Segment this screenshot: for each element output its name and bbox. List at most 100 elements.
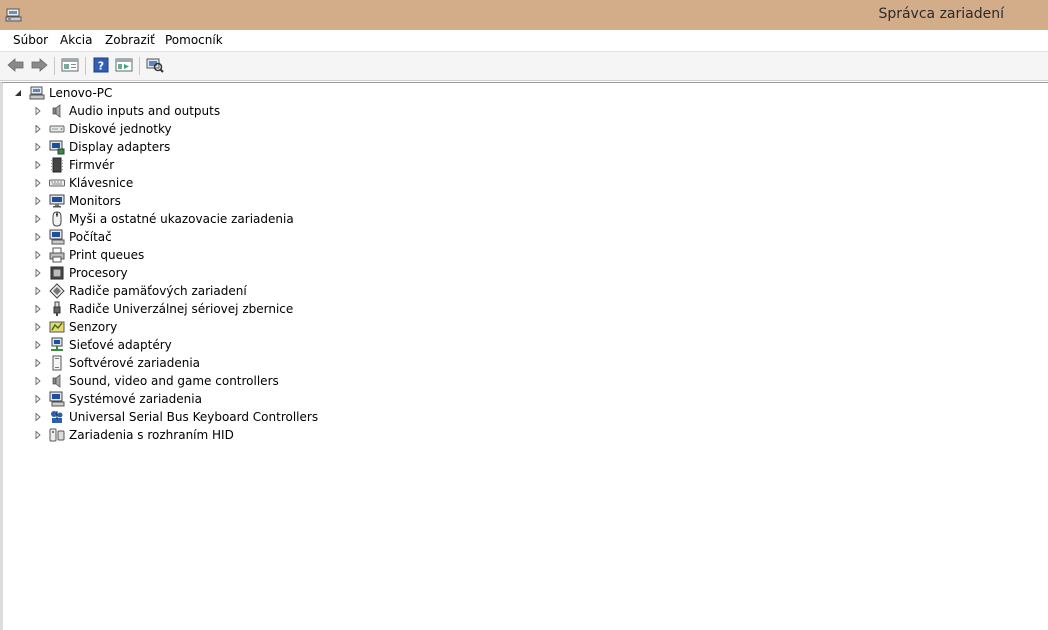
menu-file[interactable]: Súbor xyxy=(13,33,48,47)
network-adapter-icon xyxy=(49,337,65,353)
expand-triangle-icon[interactable] xyxy=(33,232,43,242)
tree-item-label: Sound, video and game controllers xyxy=(69,374,279,388)
tree-item-diskove-jednotky[interactable]: Diskové jednotky xyxy=(33,120,172,138)
computer-icon xyxy=(29,85,45,101)
tree-item-display-adapters[interactable]: Display adapters xyxy=(33,138,170,156)
expand-triangle-icon[interactable] xyxy=(33,394,43,404)
tree-item-label: Display adapters xyxy=(69,140,171,154)
tree-item-label: Print queues xyxy=(69,248,145,262)
tree-item-sietove-adaptery[interactable]: Sieťové adaptéry xyxy=(33,336,172,354)
device-manager-app-icon xyxy=(5,6,23,24)
keyboard-icon xyxy=(49,175,65,191)
toolbar-separator xyxy=(54,57,55,75)
toolbar: ? xyxy=(0,52,1048,81)
expand-triangle-icon[interactable] xyxy=(33,106,43,116)
properties-button[interactable] xyxy=(60,56,80,76)
tree-item-monitors[interactable]: Monitors xyxy=(33,192,121,210)
tree-item-label: Procesory xyxy=(69,266,128,280)
usb-keyboard-controller-icon xyxy=(49,409,65,425)
expand-triangle-icon[interactable] xyxy=(33,214,43,224)
tree-item-label: Firmvér xyxy=(69,158,115,172)
expand-triangle-icon[interactable] xyxy=(33,286,43,296)
tree-item-firmver[interactable]: Firmvér xyxy=(33,156,114,174)
tree-item-sound-video-and-game-controllers[interactable]: Sound, video and game controllers xyxy=(33,372,279,390)
speaker-icon xyxy=(49,373,65,389)
expand-triangle-icon[interactable] xyxy=(33,340,43,350)
tree-item-label: Klávesnice xyxy=(69,176,134,190)
expand-triangle-icon[interactable] xyxy=(33,160,43,170)
expand-triangle-icon[interactable] xyxy=(33,322,43,332)
tree-item-label: Zariadenia s rozhraním HID xyxy=(69,428,234,442)
scan-hardware-icon xyxy=(146,57,164,76)
tree-item-systemove-zariadenia[interactable]: Systémové zariadenia xyxy=(33,390,202,408)
tree-item-zariadenia-s-rozhranim-hid[interactable]: Zariadenia s rozhraním HID xyxy=(33,426,234,444)
tree-item-procesory[interactable]: Procesory xyxy=(33,264,128,282)
expand-triangle-icon[interactable] xyxy=(33,412,43,422)
printer-icon xyxy=(49,247,65,263)
forward-button[interactable] xyxy=(29,56,49,76)
menu-action[interactable]: Akcia xyxy=(60,33,92,47)
tree-item-klavesnice[interactable]: Klávesnice xyxy=(33,174,133,192)
properties-icon xyxy=(61,57,79,76)
toolbar-separator xyxy=(85,57,86,75)
expand-triangle-icon[interactable] xyxy=(33,430,43,440)
view-icon xyxy=(115,57,133,76)
processor-icon xyxy=(49,265,65,281)
tree-item-audio-inputs-and-outputs[interactable]: Audio inputs and outputs xyxy=(33,102,220,120)
expand-triangle-icon[interactable] xyxy=(33,196,43,206)
tree-item-label: Monitors xyxy=(69,194,121,208)
tree-item-print-queues[interactable]: Print queues xyxy=(33,246,144,264)
tree-item-label: Softvérové zariadenia xyxy=(69,356,201,370)
tree-item-label: Universal Serial Bus Keyboard Controller… xyxy=(69,410,319,424)
title-bar[interactable]: Správca zariadení xyxy=(0,0,1048,30)
disk-drive-icon xyxy=(49,121,65,137)
mouse-icon xyxy=(49,211,65,227)
software-device-icon xyxy=(49,355,65,371)
tree-item-radice-pamatovych-zariadeni[interactable]: Radiče pamäťových zariadení xyxy=(33,282,247,300)
tree-item-label: Diskové jednotky xyxy=(69,122,172,136)
tree-item-radice-univerzalnej-seriovej-zbernice[interactable]: Radiče Univerzálnej sériovej zbernice xyxy=(33,300,293,318)
tree-item-mysi-a-ostatne-ukazovacie-zariadenia[interactable]: Myši a ostatné ukazovacie zariadenia xyxy=(33,210,294,228)
expand-triangle-icon[interactable] xyxy=(33,142,43,152)
window-title: Správca zariadení xyxy=(878,6,1004,22)
firmware-icon xyxy=(49,157,65,173)
sensor-icon xyxy=(49,319,65,335)
tree-item-senzory[interactable]: Senzory xyxy=(33,318,117,336)
tree-root-label: Lenovo-PC xyxy=(49,86,113,100)
display-adapter-icon xyxy=(49,139,65,155)
menu-view[interactable]: Zobraziť xyxy=(105,33,155,47)
expand-triangle-icon[interactable] xyxy=(33,178,43,188)
back-arrow-icon xyxy=(7,57,25,76)
svg-text:?: ? xyxy=(98,59,104,72)
collapse-triangle-icon[interactable] xyxy=(13,88,23,98)
device-tree[interactable]: Lenovo-PC Audio inputs and outputs Diskov… xyxy=(0,82,1048,630)
menu-help[interactable]: Pomocník xyxy=(165,33,223,47)
toolbar-separator xyxy=(139,57,140,75)
tree-item-softverove-zariadenia[interactable]: Softvérové zariadenia xyxy=(33,354,200,372)
monitor-icon xyxy=(49,193,65,209)
usb-icon xyxy=(49,301,65,317)
computer-icon xyxy=(49,229,65,245)
storage-controller-icon xyxy=(49,283,65,299)
expand-triangle-icon[interactable] xyxy=(33,304,43,314)
scan-hardware-button[interactable] xyxy=(145,56,165,76)
expand-triangle-icon[interactable] xyxy=(33,358,43,368)
tree-item-pocitac[interactable]: Počítač xyxy=(33,228,112,246)
tree-item-label: Audio inputs and outputs xyxy=(69,104,221,118)
tree-item-label: Počítač xyxy=(69,230,112,244)
tree-item-universal-serial-bus-keyboard-controllers[interactable]: Universal Serial Bus Keyboard Controller… xyxy=(33,408,318,426)
view-button[interactable] xyxy=(114,56,134,76)
hid-device-icon xyxy=(49,427,65,443)
tree-item-label: Radiče pamäťových zariadení xyxy=(69,284,247,298)
tree-root-lenovo-pc[interactable]: Lenovo-PC xyxy=(13,84,112,102)
back-button[interactable] xyxy=(6,56,26,76)
device-manager-window: Správca zariadení Súbor Akcia Zobraziť P… xyxy=(0,0,1048,630)
expand-triangle-icon[interactable] xyxy=(33,250,43,260)
help-button[interactable]: ? xyxy=(91,56,111,76)
expand-triangle-icon[interactable] xyxy=(33,268,43,278)
system-device-icon xyxy=(49,391,65,407)
tree-item-label: Senzory xyxy=(69,320,118,334)
speaker-icon xyxy=(49,103,65,119)
expand-triangle-icon[interactable] xyxy=(33,376,43,386)
expand-triangle-icon[interactable] xyxy=(33,124,43,134)
